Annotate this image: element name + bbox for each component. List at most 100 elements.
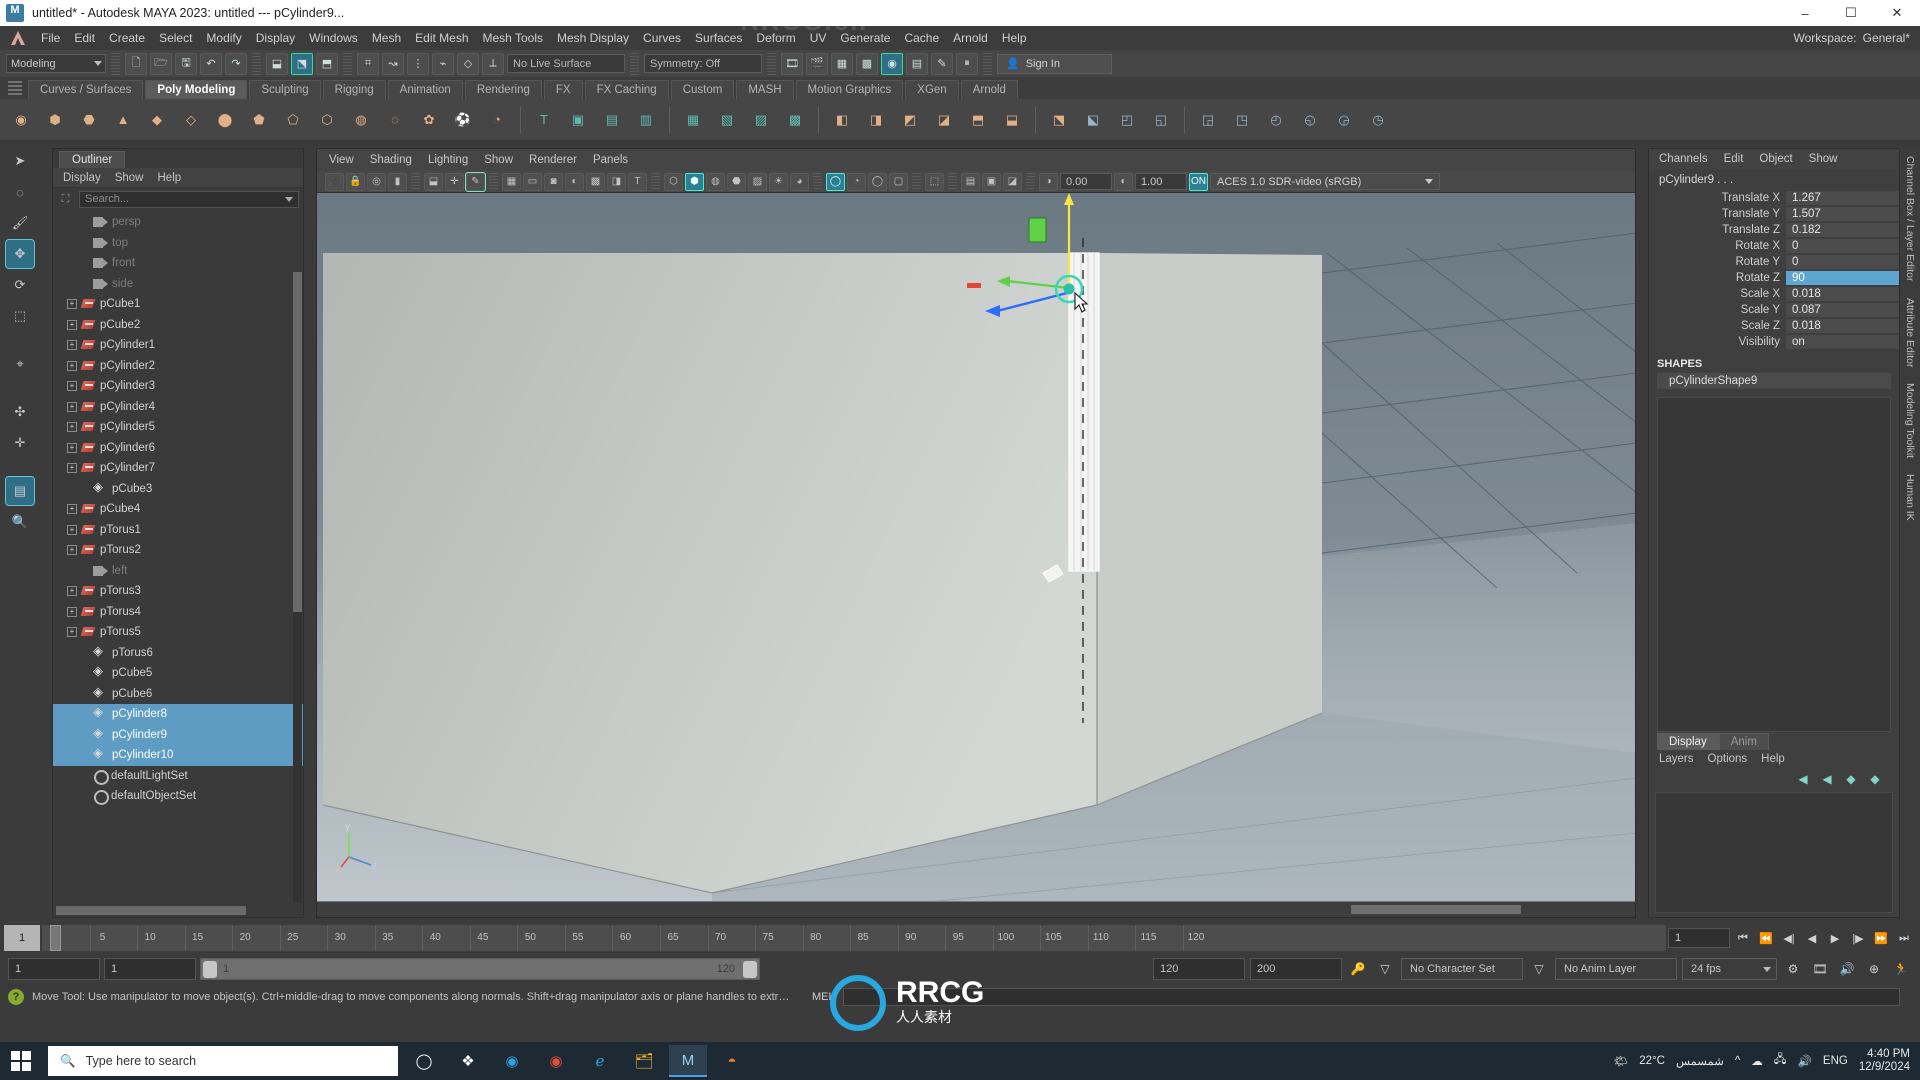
poly-pyramid-icon[interactable]: ⬠ [278, 105, 308, 135]
wireframe-shading-icon[interactable]: ▦ [502, 172, 521, 191]
outliner-menu-display[interactable]: Display [63, 172, 101, 184]
channel-value-field[interactable]: on [1786, 334, 1899, 350]
shelf-tab-poly-modeling[interactable]: Poly Modeling [145, 80, 248, 99]
snap-grid-icon[interactable]: ⌗ [357, 52, 379, 75]
outliner-item-pTorus5[interactable]: + pTorus5 [53, 622, 303, 643]
delete-edge-icon[interactable]: ◷ [1363, 105, 1393, 135]
shelf-tab-rendering[interactable]: Rendering [464, 80, 542, 99]
poly-platonic-icon[interactable]: ⬟ [244, 105, 274, 135]
xray-joints-icon[interactable]: ◔ [847, 172, 866, 191]
snap-point-icon[interactable]: ⋮ [407, 52, 429, 75]
outliner-item-pCylinder5[interactable]: + pCylinder5 [53, 417, 303, 438]
select-hierarchy-icon[interactable]: ⬓ [266, 52, 288, 75]
outliner-item-list[interactable]: persp top front side + pCube1 + pCube2 + pCylinde… [53, 210, 303, 903]
channel-value-field[interactable]: 0.018 [1786, 318, 1899, 334]
live-surface-field[interactable]: No Live Surface [507, 54, 625, 73]
smooth-shade-all-icon[interactable]: ▭ [523, 172, 542, 191]
symmetry-dropdown[interactable]: Symmetry: Off [644, 54, 762, 73]
screen-space-ao-icon[interactable]: ☀ [769, 172, 788, 191]
expand-toggle-icon[interactable]: + [67, 381, 77, 392]
playblast-icon[interactable]: ▤ [906, 52, 928, 75]
shelf-tab-fx-caching[interactable]: FX Caching [584, 80, 669, 99]
rtab-modeling-toolkit[interactable]: Modeling Toolkit [1904, 383, 1916, 458]
rtab-channel-box-layer-editor[interactable]: Channel Box / Layer Editor [1904, 156, 1916, 282]
anim-end-field[interactable]: 200 [1250, 958, 1342, 980]
poly-super-ellipse-icon[interactable]: ◔ [482, 105, 512, 135]
outliner-item-pCylinder3[interactable]: + pCylinder3 [53, 376, 303, 397]
outliner-item-pCylinder9[interactable]: pCylinder9 [53, 724, 303, 745]
shelf-tab-rigging[interactable]: Rigging [322, 80, 386, 99]
snap-curve-icon[interactable]: ↝ [382, 52, 404, 75]
viewport-3d-canvas[interactable]: Y Z X [317, 193, 1635, 901]
svg-icon[interactable]: ▣ [563, 105, 593, 135]
menu-deform[interactable]: Deform [749, 28, 802, 48]
extrude-icon[interactable]: ◧ [827, 105, 857, 135]
expand-selection-icon[interactable]: ⛶ [57, 191, 74, 207]
menu-edit[interactable]: Edit [67, 28, 102, 48]
viewport-menu-show[interactable]: Show [484, 154, 513, 166]
menu-mesh-tools[interactable]: Mesh Tools [476, 28, 550, 48]
viewport-horizontal-scrollbar[interactable] [317, 902, 1635, 917]
snap-projected-icon[interactable]: ⌁ [432, 52, 454, 75]
tab-anim-layers[interactable]: Anim [1718, 733, 1769, 750]
go-to-end-icon[interactable]: ⏭ [1894, 928, 1914, 948]
shelf-tab-sculpting[interactable]: Sculpting [249, 80, 321, 99]
close-button[interactable]: ✕ [1874, 0, 1920, 26]
use-default-lighting-icon[interactable]: ⬡ [664, 172, 683, 191]
sweep-mesh-icon[interactable]: ▥ [631, 105, 661, 135]
transform-component-tool[interactable]: ▤ [5, 476, 35, 506]
menu-generate[interactable]: Generate [833, 28, 897, 48]
auto-key-icon[interactable]: 🔑 [1347, 958, 1369, 980]
smooth-icon[interactable]: ▩ [780, 105, 810, 135]
rtab-human-ik[interactable]: Human IK [1904, 474, 1916, 521]
outliner-item-pCube4[interactable]: + pCube4 [53, 499, 303, 520]
brush-icon[interactable]: ✎ [931, 52, 953, 75]
expand-toggle-icon[interactable]: + [67, 422, 77, 433]
channel-value-field[interactable]: 90 [1786, 270, 1899, 286]
multi-cut-icon[interactable]: ⬔ [1044, 105, 1074, 135]
go-to-start-icon[interactable]: ⏮ [1733, 928, 1753, 948]
playblast-options-icon[interactable]: 🎞 [1809, 958, 1831, 980]
smooth-shade-selected-icon[interactable]: ◙ [544, 172, 563, 191]
outliner-menu-show[interactable]: Show [115, 172, 144, 184]
outliner-item-defaultObjectSet[interactable]: defaultObjectSet [53, 786, 303, 807]
bevel-icon[interactable]: ◨ [861, 105, 891, 135]
pause-icon[interactable]: ⏸ [956, 52, 978, 75]
combine-icon[interactable]: ▦ [678, 105, 708, 135]
xray-icon[interactable]: ◯ [826, 172, 845, 191]
playback-end-field[interactable]: 120 [1153, 958, 1245, 980]
play-forwards-icon[interactable]: ▶ [1825, 928, 1845, 948]
shaded-wireframe-icon[interactable]: ▩ [586, 172, 605, 191]
channelbox-menu-edit[interactable]: Edit [1724, 153, 1744, 165]
menu-modify[interactable]: Modify [199, 28, 248, 48]
shelf-tab-motion-graphics[interactable]: Motion Graphics [795, 80, 904, 99]
undo-icon[interactable]: ↶ [200, 52, 222, 75]
outliner-item-pCylinder8[interactable]: pCylinder8 [53, 704, 303, 725]
flat-shade-icon[interactable]: ◐ [565, 172, 584, 191]
rotate-tool[interactable]: ⟳ [6, 271, 34, 299]
multisample-icon[interactable]: ◕ [790, 172, 809, 191]
playback-range-field[interactable]: 1 [1668, 928, 1730, 948]
command-line-input[interactable] [842, 988, 1900, 1006]
home-icon[interactable] [8, 29, 28, 47]
poly-cylinder-icon[interactable]: ⬣ [74, 105, 104, 135]
shelf-tab-curves-surfaces[interactable]: Curves / Surfaces [28, 80, 144, 99]
menu-mesh-display[interactable]: Mesh Display [550, 28, 636, 48]
animation-preferences-icon[interactable]: ⚙ [1782, 958, 1804, 980]
poly-type-icon[interactable]: ▤ [597, 105, 627, 135]
outliner-search-input[interactable]: Search... [79, 190, 299, 208]
viewport-hscroll-thumb[interactable] [1351, 905, 1521, 914]
ambient-occlusion-icon[interactable]: ⬣ [727, 172, 746, 191]
hypershade-icon[interactable]: ▩ [856, 52, 878, 75]
character-run-icon[interactable]: 🏃 [1890, 958, 1912, 980]
menu-curves[interactable]: Curves [636, 28, 688, 48]
ipr-render-icon[interactable]: 🎬 [806, 52, 828, 75]
redo-icon[interactable]: ↷ [225, 52, 247, 75]
expand-toggle-icon[interactable]: + [67, 442, 77, 453]
gpu-cache-icon[interactable]: ▤ [961, 172, 980, 191]
help-icon[interactable]: ? [8, 989, 24, 1005]
poly-gear-icon[interactable]: ✿ [414, 105, 444, 135]
poly-disc-icon[interactable]: ⬤ [210, 105, 240, 135]
select-component-icon[interactable]: ⬒ [316, 52, 338, 75]
outliner-item-pTorus4[interactable]: + pTorus4 [53, 602, 303, 623]
